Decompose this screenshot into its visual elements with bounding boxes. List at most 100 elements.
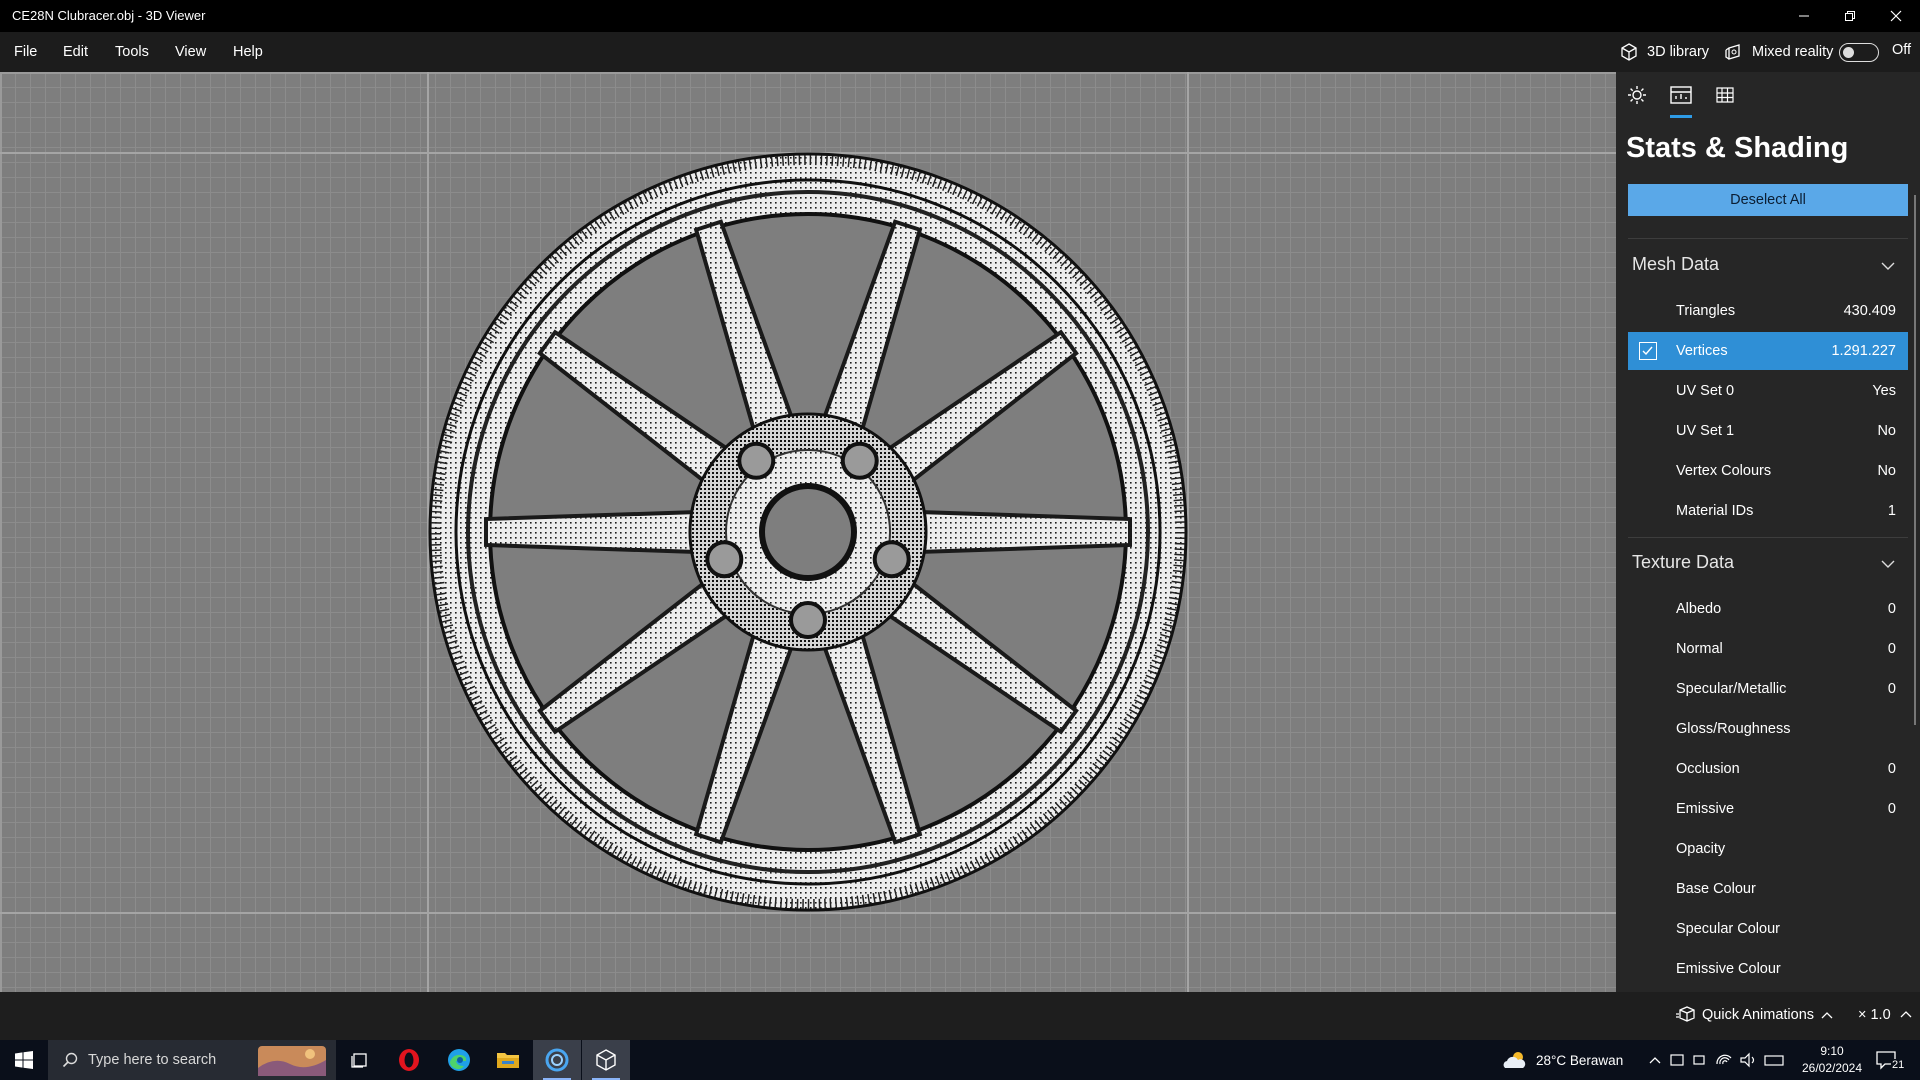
chevron-up-icon bbox=[1821, 1012, 1833, 1019]
mesh-stat-label: Vertices bbox=[1676, 343, 1728, 359]
opera-button[interactable] bbox=[385, 1040, 433, 1080]
lug-hole bbox=[872, 540, 911, 579]
cube-icon bbox=[1621, 43, 1637, 61]
sun-icon bbox=[1628, 86, 1646, 104]
3d-viewer-icon bbox=[596, 1049, 616, 1071]
tab-grid[interactable] bbox=[1713, 83, 1737, 107]
wheel-model bbox=[428, 152, 1188, 912]
time: 9:10 bbox=[1820, 1044, 1844, 1058]
texture-stat-row[interactable]: Occlusion 0 bbox=[1628, 750, 1908, 788]
window-title: CE28N Clubracer.obj - 3D Viewer bbox=[12, 8, 206, 23]
close-button[interactable] bbox=[1873, 0, 1919, 32]
mesh-stat-label: Vertex Colours bbox=[1676, 463, 1772, 479]
weather-text: 28°C Berawan bbox=[1536, 1052, 1624, 1068]
battery-icon bbox=[1693, 1055, 1705, 1065]
start-button[interactable] bbox=[0, 1040, 48, 1080]
notification-count: 21 bbox=[1891, 1059, 1906, 1071]
file-explorer-button[interactable] bbox=[484, 1040, 532, 1080]
panel-title: Stats & Shading bbox=[1626, 132, 1849, 164]
tab-stats-shading[interactable] bbox=[1669, 83, 1693, 107]
ccleaner-icon bbox=[545, 1048, 569, 1072]
texture-stat-label: Base Colour bbox=[1676, 881, 1756, 897]
checkmark-icon bbox=[1642, 346, 1653, 356]
toggle-knob bbox=[1843, 46, 1854, 58]
mesh-stat-value: No bbox=[1877, 423, 1896, 439]
edge-icon bbox=[448, 1049, 470, 1071]
texture-stat-row[interactable]: Albedo 0 bbox=[1628, 590, 1908, 628]
mesh-stat-row[interactable]: Triangles 430.409 bbox=[1628, 292, 1908, 330]
mesh-stat-row[interactable]: Vertices 1.291.227 bbox=[1628, 332, 1908, 370]
mesh-stat-row[interactable]: UV Set 1 No bbox=[1628, 412, 1908, 450]
deselect-all-button[interactable]: Deselect All bbox=[1628, 184, 1908, 216]
mixed-reality-button[interactable]: Mixed reality bbox=[1724, 42, 1833, 62]
active-tab-indicator bbox=[1670, 115, 1692, 118]
mesh-stat-value: 1 bbox=[1887, 503, 1896, 519]
texture-stat-row[interactable]: Specular/Metallic 0 bbox=[1628, 670, 1908, 708]
texture-stat-value: 0 bbox=[1887, 801, 1896, 817]
mesh-stat-row[interactable]: Vertex Colours No bbox=[1628, 452, 1908, 490]
windows-icon bbox=[15, 1051, 33, 1069]
quick-animations-label: Quick Animations bbox=[1702, 1007, 1815, 1023]
3d-viewport[interactable] bbox=[0, 72, 1616, 992]
notification-center-button[interactable]: 21 bbox=[1876, 1050, 1906, 1077]
menu-help[interactable]: Help bbox=[233, 44, 263, 60]
texture-stat-label: Emissive bbox=[1676, 801, 1735, 817]
chevron-down-icon[interactable] bbox=[1880, 556, 1896, 572]
texture-data-header[interactable]: Texture Data bbox=[1632, 552, 1734, 573]
quick-animations-button[interactable]: Quick Animations bbox=[1676, 1006, 1834, 1024]
mixed-reality-toggle[interactable] bbox=[1839, 43, 1879, 62]
mesh-data-header[interactable]: Mesh Data bbox=[1632, 254, 1719, 275]
panel-scrollbar[interactable] bbox=[1914, 195, 1916, 725]
folder-icon bbox=[497, 1053, 519, 1068]
mesh-stat-value: No bbox=[1877, 463, 1896, 479]
task-view-button[interactable] bbox=[336, 1040, 384, 1080]
divider bbox=[1628, 537, 1908, 538]
texture-stat-row[interactable]: Normal 0 bbox=[1628, 630, 1908, 668]
texture-stat-row[interactable]: Opacity bbox=[1628, 830, 1908, 868]
grid-icon bbox=[1716, 87, 1734, 103]
restore-button[interactable] bbox=[1827, 0, 1873, 32]
close-icon bbox=[1890, 10, 1902, 22]
texture-stat-row[interactable]: Emissive Colour bbox=[1628, 950, 1908, 988]
task-view-icon bbox=[351, 1053, 367, 1068]
checkbox[interactable] bbox=[1639, 342, 1657, 360]
weather-widget[interactable]: 28°C Berawan bbox=[1502, 1040, 1623, 1080]
chevron-down-icon[interactable] bbox=[1880, 258, 1896, 274]
chevron-up-icon bbox=[1900, 1011, 1912, 1018]
minimize-button[interactable] bbox=[1781, 0, 1827, 32]
menu-edit[interactable]: Edit bbox=[63, 44, 88, 60]
texture-stat-label: Specular Colour bbox=[1676, 921, 1780, 937]
texture-stat-label: Specular/Metallic bbox=[1676, 681, 1787, 697]
clock[interactable]: 9:10 26/02/2024 bbox=[1796, 1043, 1868, 1077]
texture-stat-row[interactable]: Emissive 0 bbox=[1628, 790, 1908, 828]
lug-hole bbox=[705, 540, 744, 579]
texture-stat-row[interactable]: Base Colour bbox=[1628, 870, 1908, 908]
zoom-control[interactable]: × 1.0 bbox=[1858, 1007, 1913, 1023]
3d-library-label: 3D library bbox=[1647, 44, 1710, 60]
stats-icon bbox=[1670, 86, 1692, 104]
3d-library-button[interactable]: 3D library bbox=[1619, 42, 1709, 62]
menu-bar: File Edit Tools View Help 3D library Mix… bbox=[0, 32, 1920, 72]
mesh-stat-row[interactable]: Material IDs 1 bbox=[1628, 492, 1908, 530]
tab-lighting[interactable] bbox=[1625, 83, 1649, 107]
mesh-stat-row[interactable]: UV Set 0 Yes bbox=[1628, 372, 1908, 410]
texture-stat-row[interactable]: Specular Colour bbox=[1628, 910, 1908, 948]
animation-icon bbox=[1676, 1006, 1695, 1022]
texture-stat-row[interactable]: Gloss/Roughness bbox=[1628, 710, 1908, 748]
edge-button[interactable] bbox=[435, 1040, 483, 1080]
menu-view[interactable]: View bbox=[175, 44, 206, 60]
system-tray[interactable] bbox=[1647, 1040, 1797, 1080]
mixed-reality-icon bbox=[1725, 44, 1740, 60]
chevron-up-icon bbox=[1649, 1057, 1661, 1064]
app-button[interactable] bbox=[533, 1040, 581, 1080]
lug-hole bbox=[789, 601, 827, 639]
mesh-stat-value: 1.291.227 bbox=[1831, 343, 1896, 359]
menu-file[interactable]: File bbox=[14, 44, 37, 60]
taskbar-search[interactable]: Type here to search bbox=[48, 1040, 336, 1080]
menu-tools[interactable]: Tools bbox=[115, 44, 149, 60]
search-highlight-illustration bbox=[258, 1046, 326, 1076]
mixed-reality-label: Mixed reality bbox=[1752, 44, 1834, 60]
3d-viewer-taskbar-button[interactable] bbox=[582, 1040, 630, 1080]
date: 26/02/2024 bbox=[1801, 1061, 1863, 1075]
mesh-stat-label: Triangles bbox=[1676, 303, 1736, 319]
